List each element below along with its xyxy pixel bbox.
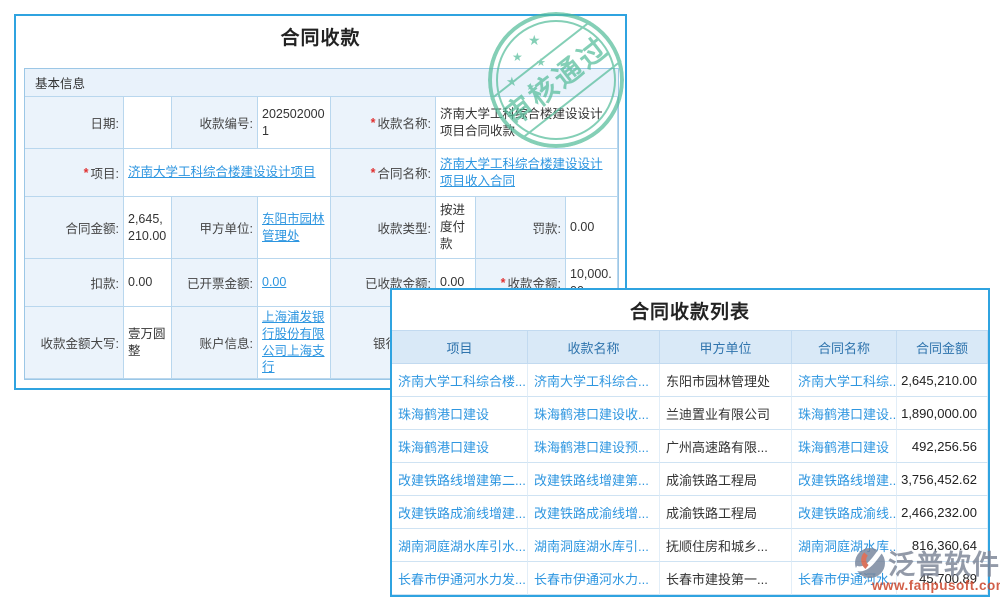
invoiced-amount-link[interactable]: 0.00 xyxy=(262,274,286,291)
required-mark: * xyxy=(371,166,376,180)
project-label: *项目: xyxy=(25,149,124,197)
cell-project-link[interactable]: 湖南洞庭湖水库引水... xyxy=(392,529,528,562)
col-header-contract-amount[interactable]: 合同金额 xyxy=(897,330,988,364)
cell-project-link[interactable]: 长春市伊通河水力发... xyxy=(392,562,528,595)
cell-receipt-name-link[interactable]: 湖南洞庭湖水库引... xyxy=(528,529,660,562)
account-label: 账户信息: xyxy=(172,307,258,379)
deduction-label: 扣款: xyxy=(25,259,124,307)
receipt-no-value: 2025020001 xyxy=(258,97,331,149)
party-a-label: 甲方单位: xyxy=(172,197,258,259)
account-bank-link[interactable]: 上海浦发银行股份有限公司上海支行 xyxy=(262,309,326,377)
cell-party-a: 成渝铁路工程局 xyxy=(660,463,792,496)
form-title: 合同收款 xyxy=(16,16,625,56)
cell-contract-amount: 492,256.56 xyxy=(897,430,988,463)
cell-contract-name-link[interactable]: 珠海鹤港口建设 xyxy=(792,430,897,463)
receipt-name-label: *收款名称: xyxy=(331,97,436,149)
project-link[interactable]: 济南大学工科综合楼建设设计项目 xyxy=(128,164,316,181)
cell-contract-name-link[interactable]: 济南大学工科综... xyxy=(792,364,897,397)
table-row[interactable]: 珠海鹤港口建设 珠海鹤港口建设预... 广州高速路有限... 珠海鹤港口建设 4… xyxy=(392,430,988,463)
cell-receipt-name-link[interactable]: 珠海鹤港口建设预... xyxy=(528,430,660,463)
cell-contract-name-link[interactable]: 湖南洞庭湖水库... xyxy=(792,529,897,562)
project-value: 济南大学工科综合楼建设设计项目 xyxy=(124,149,331,197)
cell-party-a: 东阳市园林管理处 xyxy=(660,364,792,397)
cell-project-link[interactable]: 改建铁路线增建第二... xyxy=(392,463,528,496)
amount-words-label: 收款金额大写: xyxy=(25,307,124,379)
col-header-receipt-name[interactable]: 收款名称 xyxy=(528,330,660,364)
cell-party-a: 抚顺住房和城乡... xyxy=(660,529,792,562)
col-header-party-a[interactable]: 甲方单位 xyxy=(660,330,792,364)
contract-name-label: *合同名称: xyxy=(331,149,436,197)
date-value[interactable] xyxy=(124,97,172,149)
list-title: 合同收款列表 xyxy=(392,290,988,330)
table-row[interactable]: 改建铁路成渝线增建... 改建铁路成渝线增... 成渝铁路工程局 改建铁路成渝线… xyxy=(392,496,988,529)
party-a-link[interactable]: 东阳市园林管理处 xyxy=(262,211,326,245)
cell-receipt-name-link[interactable]: 长春市伊通河水力... xyxy=(528,562,660,595)
fine-value: 0.00 xyxy=(566,197,618,259)
contract-name-value: 济南大学工科综合楼建设设计项目收入合同 xyxy=(436,149,618,197)
cell-party-a: 长春市建投第一... xyxy=(660,562,792,595)
deduction-value: 0.00 xyxy=(124,259,172,307)
cell-receipt-name-link[interactable]: 济南大学工科综合... xyxy=(528,364,660,397)
cell-contract-amount: 2,645,210.00 xyxy=(897,364,988,397)
cell-contract-amount: 1,890,000.00 xyxy=(897,397,988,430)
date-label: 日期: xyxy=(25,97,124,149)
table-row[interactable]: 改建铁路线增建第二... 改建铁路线增建第... 成渝铁路工程局 改建铁路线增建… xyxy=(392,463,988,496)
cell-contract-name-link[interactable]: 改建铁路线增建... xyxy=(792,463,897,496)
cell-party-a: 广州高速路有限... xyxy=(660,430,792,463)
cell-receipt-name-link[interactable]: 改建铁路成渝线增... xyxy=(528,496,660,529)
cell-contract-name-link[interactable]: 长春市伊通河水... xyxy=(792,562,897,595)
party-a-value: 东阳市园林管理处 xyxy=(258,197,331,259)
cell-project-link[interactable]: 济南大学工科综合楼... xyxy=(392,364,528,397)
table-row[interactable]: 珠海鹤港口建设 珠海鹤港口建设收... 兰迪置业有限公司 珠海鹤港口建设... … xyxy=(392,397,988,430)
required-mark: * xyxy=(84,166,89,180)
cell-receipt-name-link[interactable]: 珠海鹤港口建设收... xyxy=(528,397,660,430)
receipt-type-value: 按进度付款 xyxy=(436,197,476,259)
table-row[interactable]: 济南大学工科综合楼... 济南大学工科综合... 东阳市园林管理处 济南大学工科… xyxy=(392,364,988,397)
contract-amount-value: 2,645,210.00 xyxy=(124,197,172,259)
cell-contract-name-link[interactable]: 改建铁路成渝线... xyxy=(792,496,897,529)
col-header-project[interactable]: 项目 xyxy=(392,330,528,364)
contract-amount-label: 合同金额: xyxy=(25,197,124,259)
basic-info-header: 基本信息 xyxy=(25,69,618,97)
required-mark: * xyxy=(371,116,376,130)
account-value: 上海浦发银行股份有限公司上海支行 xyxy=(258,307,331,379)
amount-words-value: 壹万圆整 xyxy=(124,307,172,379)
cell-contract-amount: 45,700.89 xyxy=(897,562,988,595)
receipt-type-label: 收款类型: xyxy=(331,197,436,259)
receipt-no-label: 收款编号: xyxy=(172,97,258,149)
cell-contract-name-link[interactable]: 珠海鹤港口建设... xyxy=(792,397,897,430)
cell-contract-amount: 3,756,452.62 xyxy=(897,463,988,496)
cell-contract-amount: 816,360.64 xyxy=(897,529,988,562)
receipt-name-value: 济南大学工科综合楼建设设计项目合同收款 xyxy=(436,97,618,149)
cell-party-a: 兰迪置业有限公司 xyxy=(660,397,792,430)
table-row[interactable]: 湖南洞庭湖水库引水... 湖南洞庭湖水库引... 抚顺住房和城乡... 湖南洞庭… xyxy=(392,529,988,562)
cell-contract-amount: 2,466,232.00 xyxy=(897,496,988,529)
invoiced-value: 0.00 xyxy=(258,259,331,307)
fine-label: 罚款: xyxy=(476,197,566,259)
table-row[interactable]: 长春市伊通河水力发... 长春市伊通河水力... 长春市建投第一... 长春市伊… xyxy=(392,562,988,595)
cell-project-link[interactable]: 改建铁路成渝线增建... xyxy=(392,496,528,529)
cell-receipt-name-link[interactable]: 改建铁路线增建第... xyxy=(528,463,660,496)
cell-project-link[interactable]: 珠海鹤港口建设 xyxy=(392,430,528,463)
list-header-row: 项目 收款名称 甲方单位 合同名称 合同金额 xyxy=(392,330,988,364)
col-header-contract-name[interactable]: 合同名称 xyxy=(792,330,897,364)
contract-name-link[interactable]: 济南大学工科综合楼建设设计项目收入合同 xyxy=(440,156,613,190)
cell-project-link[interactable]: 珠海鹤港口建设 xyxy=(392,397,528,430)
contract-receipt-list-window: 合同收款列表 项目 收款名称 甲方单位 合同名称 合同金额 济南大学工科综合楼.… xyxy=(390,288,990,597)
cell-party-a: 成渝铁路工程局 xyxy=(660,496,792,529)
invoiced-label: 已开票金额: xyxy=(172,259,258,307)
